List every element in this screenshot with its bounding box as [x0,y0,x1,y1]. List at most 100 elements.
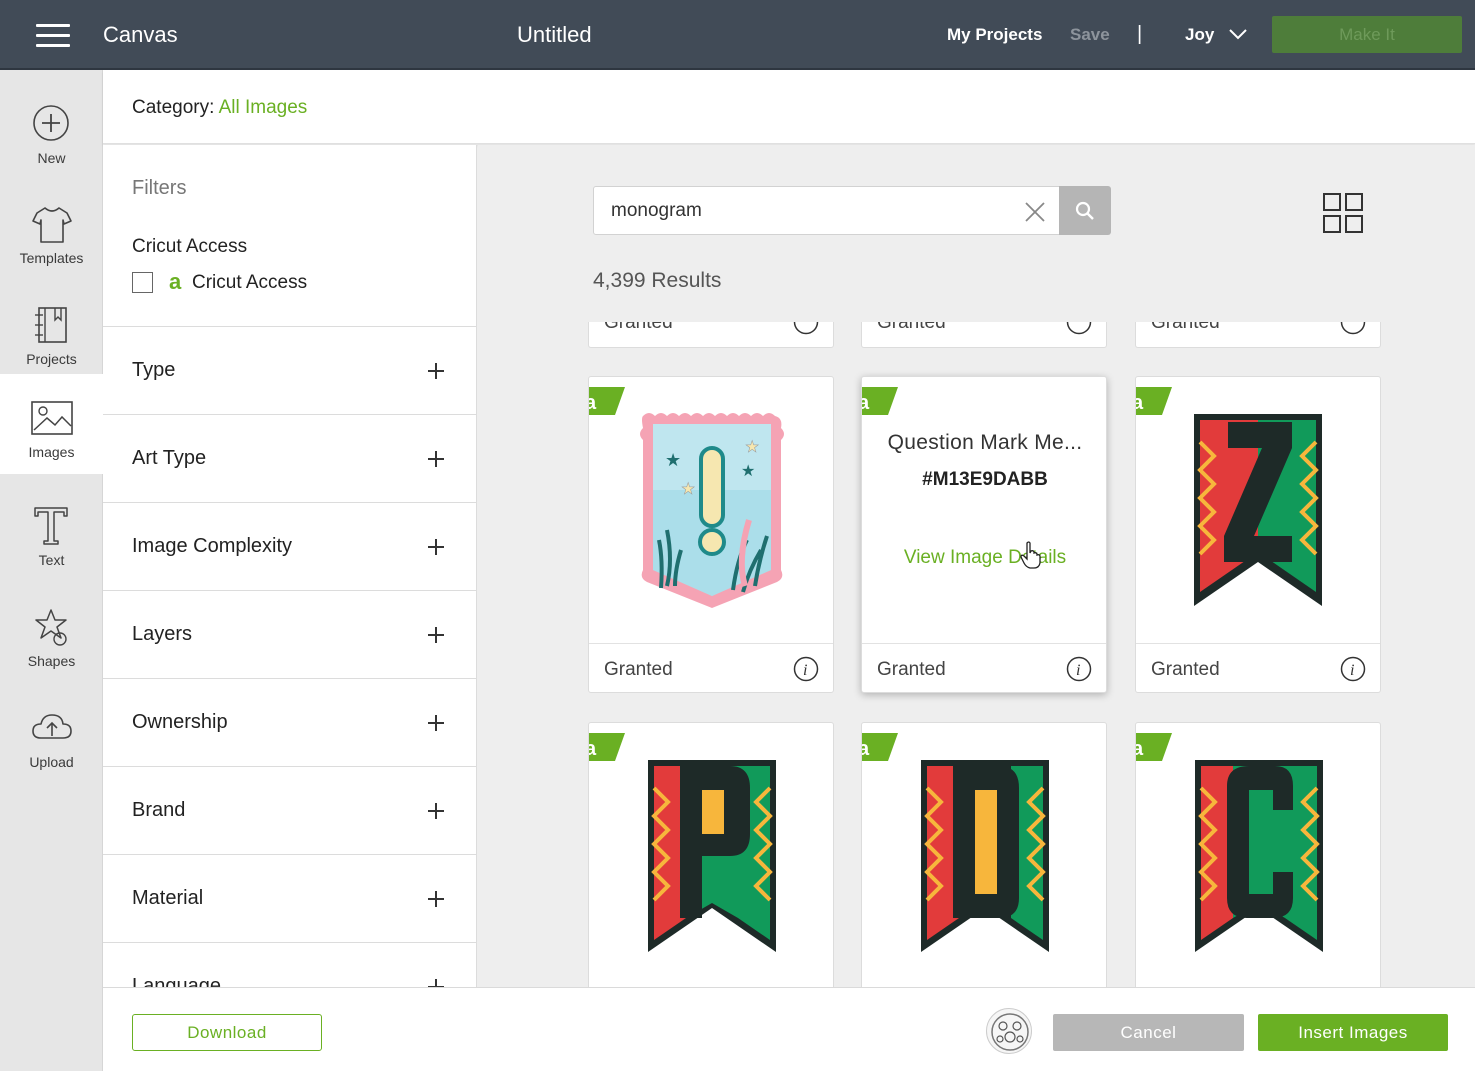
image-tile[interactable]: a P [588,722,834,987]
search-box [593,186,1060,235]
filter-section-label: Brand [132,799,186,821]
text-t-icon [34,507,68,545]
image-tile[interactable]: a Granted i [1135,376,1381,693]
hamburger-menu-icon[interactable] [36,24,70,48]
chevron-down-icon[interactable] [1228,27,1248,41]
expand-plus-icon[interactable] [427,890,445,908]
filter-section-ownership[interactable]: Ownership [103,678,476,766]
cricut-access-badge-icon: a [861,733,898,761]
info-icon[interactable]: i [1066,656,1092,682]
image-tile[interactable]: a C [1135,722,1381,987]
info-icon[interactable]: i [793,656,819,682]
image-tile[interactable]: a D [861,722,1107,987]
image-tile[interactable]: Granted [861,322,1107,348]
filter-section-language[interactable]: Language [103,942,476,987]
info-icon[interactable]: i [1340,656,1366,682]
filters-title: Filters [132,177,187,199]
download-button[interactable]: Download [132,1014,322,1051]
letter-d-pennant-image: D [921,760,1049,952]
svg-text:★: ★ [681,481,695,498]
result-count: 4,399 Results [593,269,722,292]
expand-plus-icon[interactable] [427,626,445,644]
badge-letter: a [861,392,870,414]
make-it-button[interactable]: Make It [1272,16,1462,53]
cancel-button[interactable]: Cancel [1053,1014,1244,1051]
user-menu[interactable]: Joy [1185,25,1214,45]
tile-image-id: #M13E9DABB [922,469,1048,490]
rail-item-text[interactable]: Text [0,482,103,582]
left-rail: New Templates Projects Images Text Shape… [0,70,103,1071]
rail-item-upload[interactable]: Upload [0,684,103,784]
expand-plus-icon[interactable] [427,802,445,820]
expand-plus-icon[interactable] [427,714,445,732]
rail-label-text: Text [38,552,65,568]
clear-search-icon[interactable] [1024,201,1046,223]
svg-text:★: ★ [745,439,759,456]
plus-circle-icon [33,105,69,141]
rail-item-new[interactable]: New [0,80,103,180]
shapes-icon [35,609,67,646]
image-tile-hovered[interactable]: a Question Mark Me... #M13E9DABB View Im… [861,376,1107,693]
filter-section-type[interactable]: Type [103,326,476,414]
badge-letter: a [1135,738,1144,760]
save-link[interactable]: Save [1070,25,1110,45]
rail-item-projects[interactable]: Projects [0,281,103,381]
exclamation-ocean-banner-image: ★ ★ ★ ★ [640,413,784,608]
insert-images-button[interactable]: Insert Images [1258,1014,1448,1051]
rail-item-shapes[interactable]: Shapes [0,583,103,683]
selected-image-thumbnail[interactable] [986,1008,1032,1054]
notebook-icon [35,307,67,343]
badge-letter: a [1135,392,1144,414]
filters-panel: Filters Cricut Access a Cricut Access Ty… [103,145,477,987]
cricut-access-checkbox[interactable] [132,272,153,293]
tile-footer: Granted i [589,643,833,692]
badge-letter: a [861,738,870,760]
expand-plus-icon[interactable] [427,362,445,380]
filter-section-image-complexity[interactable]: Image Complexity [103,502,476,590]
image-icon [31,401,73,435]
search-input[interactable] [611,199,1011,223]
cricut-access-heading: Cricut Access [132,236,248,257]
filter-section-label: Art Type [132,447,207,469]
cricut-access-badge-icon: a [1135,733,1172,761]
filter-section-brand[interactable]: Brand [103,766,476,854]
image-tile[interactable]: Granted [1135,322,1381,348]
my-projects-link[interactable]: My Projects [947,25,1042,45]
filter-section-label: Image Complexity [132,535,293,557]
letter-z-pennant-image [1194,414,1322,606]
filter-section-material[interactable]: Material [103,854,476,942]
cricut-access-badge-icon: a [589,733,625,761]
search-button[interactable] [1059,186,1111,235]
expand-plus-icon[interactable] [427,450,445,468]
tshirt-icon [32,207,72,243]
info-icon[interactable] [1340,322,1366,335]
rail-label-images: Images [28,444,75,460]
rail-item-images[interactable]: Images [0,374,103,474]
expand-plus-icon[interactable] [427,538,445,556]
cricut-access-option-label[interactable]: Cricut Access [192,272,307,294]
letter-p-pennant-image: P [648,760,776,952]
filter-section-layers[interactable]: Layers [103,590,476,678]
category-breadcrumb: Category: All Images [132,97,307,119]
search-icon [1075,201,1094,220]
info-icon[interactable] [1066,322,1092,335]
cricut-access-badge-icon: a [589,387,625,415]
expand-plus-icon[interactable] [427,978,445,987]
svg-text:★: ★ [665,450,681,470]
top-bar: Canvas Untitled My Projects Save | Joy M… [0,0,1475,70]
category-header: Category: All Images [103,70,1475,144]
tile-status: Granted [1151,659,1220,680]
thumbnail-pattern-icon [991,1013,1029,1051]
rail-item-templates[interactable]: Templates [0,180,103,280]
grid-view-icon[interactable] [1323,193,1363,233]
category-value-link[interactable]: All Images [219,97,308,118]
svg-text:i: i [1076,662,1080,679]
filter-section-art-type[interactable]: Art Type [103,414,476,502]
image-tile[interactable]: a ★ ★ ★ ★ Granted i [588,376,834,693]
info-icon[interactable] [793,322,819,335]
tile-status: Granted [1151,322,1220,333]
document-title[interactable]: Untitled [517,22,592,48]
cricut-access-badge-icon: a [1135,387,1172,415]
image-tile[interactable]: Granted [588,322,834,348]
view-image-details-link[interactable]: View Image Details [862,547,1106,569]
